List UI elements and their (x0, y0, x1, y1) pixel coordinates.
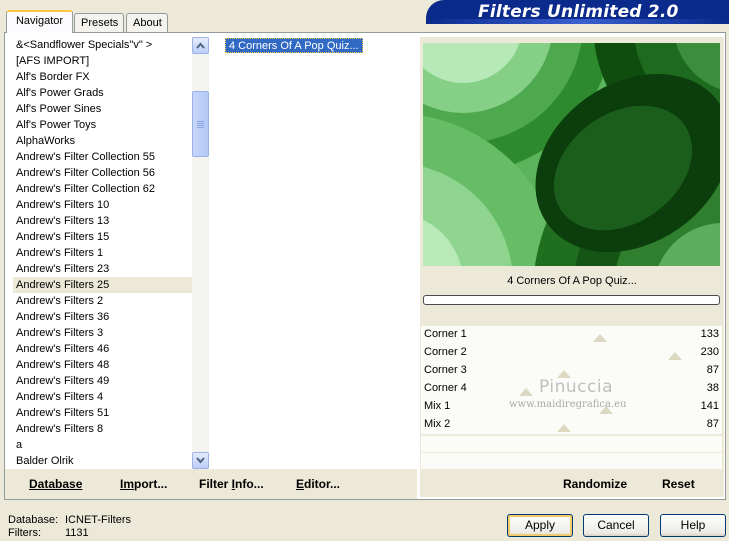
category-item[interactable]: Andrew's Filters 2 (13, 293, 192, 309)
slider-value: 133 (700, 328, 719, 340)
slider-value: 87 (706, 364, 719, 376)
slider-label: Corner 3 (424, 364, 467, 376)
category-item[interactable]: Balder Olrik (13, 453, 192, 469)
tab-about[interactable]: About (126, 13, 168, 33)
category-item[interactable]: Andrew's Filters 3 (13, 325, 192, 341)
status-database-label: Database: (8, 514, 59, 526)
scroll-thumb[interactable] (192, 91, 209, 157)
tab-about-label: About (133, 17, 162, 29)
category-item[interactable]: Andrew's Filters 36 (13, 309, 192, 325)
category-item[interactable]: Andrew's Filters 13 (13, 213, 192, 229)
slider-track[interactable] (497, 326, 694, 344)
filter-item-selected[interactable]: 4 Corners Of A Pop Quiz... (225, 38, 363, 53)
reset-button[interactable]: Reset (662, 477, 695, 491)
category-item[interactable]: Andrew's Filter Collection 62 (13, 181, 192, 197)
status-filters-label: Filters: (8, 527, 41, 539)
slider-thumb[interactable] (667, 352, 682, 360)
slider-label: Corner 2 (424, 346, 467, 358)
slider-label: Corner 4 (424, 382, 467, 394)
slider-value: 87 (706, 418, 719, 430)
slider-row[interactable]: Corner 1 133 (421, 326, 722, 344)
tab-navigator[interactable]: Navigator (6, 10, 73, 33)
apply-button[interactable]: Apply (507, 514, 573, 537)
empty-row (421, 436, 722, 452)
status-database-value: ICNET-Filters (65, 514, 131, 526)
tab-presets[interactable]: Presets (74, 13, 124, 33)
tab-navigator-label: Navigator (15, 15, 64, 27)
help-button[interactable]: Help (660, 514, 726, 537)
slider-track[interactable] (497, 416, 694, 434)
category-item[interactable]: Andrew's Filters 8 (13, 421, 192, 437)
watermark-title: Pinuccia (539, 377, 613, 397)
toolbar: Database Import... Filter Info... Editor… (5, 469, 417, 499)
category-item[interactable]: Alf's Power Sines (13, 101, 192, 117)
category-item[interactable]: Alf's Border FX (13, 69, 192, 85)
slider-row[interactable]: Mix 2 87 (421, 416, 722, 434)
category-scrollbar[interactable] (192, 37, 209, 469)
filter-info-button[interactable]: Filter Info... (199, 477, 264, 491)
category-item[interactable]: Andrew's Filter Collection 55 (13, 149, 192, 165)
slider-track[interactable] (497, 344, 694, 362)
category-list[interactable]: &<Sandflower Specials"v" > [AFS IMPORT] Al… (13, 37, 192, 469)
category-item[interactable]: Andrew's Filters 51 (13, 405, 192, 421)
empty-row (421, 453, 722, 469)
category-item[interactable]: Andrew's Filters 49 (13, 373, 192, 389)
category-item[interactable]: Andrew's Filters 15 (13, 229, 192, 245)
status-filters-value: 1131 (65, 527, 89, 539)
scroll-down-button[interactable] (192, 452, 209, 469)
slider-label: Mix 2 (424, 418, 451, 430)
category-item[interactable]: Andrew's Filters 48 (13, 357, 192, 373)
slider-label: Corner 1 (424, 328, 467, 340)
category-item[interactable]: Andrew's Filters 1 (13, 245, 192, 261)
status-database: Database: ICNET-Filters (8, 514, 131, 526)
scroll-up-button[interactable] (192, 37, 209, 54)
cancel-button[interactable]: Cancel (583, 514, 649, 537)
slider-thumb[interactable] (592, 334, 607, 342)
chevron-up-icon (196, 42, 205, 49)
progress-bar (423, 295, 720, 305)
editor-button[interactable]: Editor... (296, 477, 340, 491)
slider-value: 141 (700, 400, 719, 412)
chevron-down-icon (196, 457, 205, 464)
app-title: Filters Unlimited 2.0 (478, 2, 679, 22)
banner: Filters Unlimited 2.0 (426, 0, 729, 24)
category-item[interactable]: &<Sandflower Specials"v" > (13, 37, 192, 53)
category-item[interactable]: Andrew's Filters 46 (13, 341, 192, 357)
preview-toolbar: Randomize Reset (420, 469, 724, 499)
filter-list[interactable]: 4 Corners Of A Pop Quiz... (223, 37, 413, 469)
preview-graphic (423, 43, 720, 266)
category-item[interactable]: [AFS IMPORT] (13, 53, 192, 69)
category-item[interactable]: AlphaWorks (13, 133, 192, 149)
preview-image (423, 43, 720, 266)
slider-thumb[interactable] (519, 388, 534, 396)
randomize-button[interactable]: Randomize (563, 477, 627, 491)
slider-row[interactable]: Corner 2 230 (421, 344, 722, 362)
slider-thumb[interactable] (557, 424, 572, 432)
category-item[interactable]: Alf's Power Toys (13, 117, 192, 133)
category-item[interactable]: Andrew's Filters 10 (13, 197, 192, 213)
category-item[interactable]: a (13, 437, 192, 453)
category-item[interactable]: Andrew's Filters 4 (13, 389, 192, 405)
tab-presets-label: Presets (81, 17, 119, 29)
slider-value: 38 (706, 382, 719, 394)
slider-label: Mix 1 (424, 400, 451, 412)
category-item[interactable]: Andrew's Filter Collection 56 (13, 165, 192, 181)
import-button[interactable]: Import... (120, 477, 167, 491)
database-button[interactable]: Database (29, 477, 82, 491)
category-item[interactable]: Alf's Power Grads (13, 85, 192, 101)
watermark-url: www.maidiregrafica.eu (509, 399, 627, 410)
filter-name-label: 4 Corners Of A Pop Quiz... (507, 275, 637, 287)
category-item[interactable]: Andrew's Filters 23 (13, 261, 192, 277)
slider-value: 230 (700, 346, 719, 358)
status-filters: Filters: 1131 (8, 527, 89, 539)
category-item[interactable]: Andrew's Filters 25 (13, 277, 192, 293)
